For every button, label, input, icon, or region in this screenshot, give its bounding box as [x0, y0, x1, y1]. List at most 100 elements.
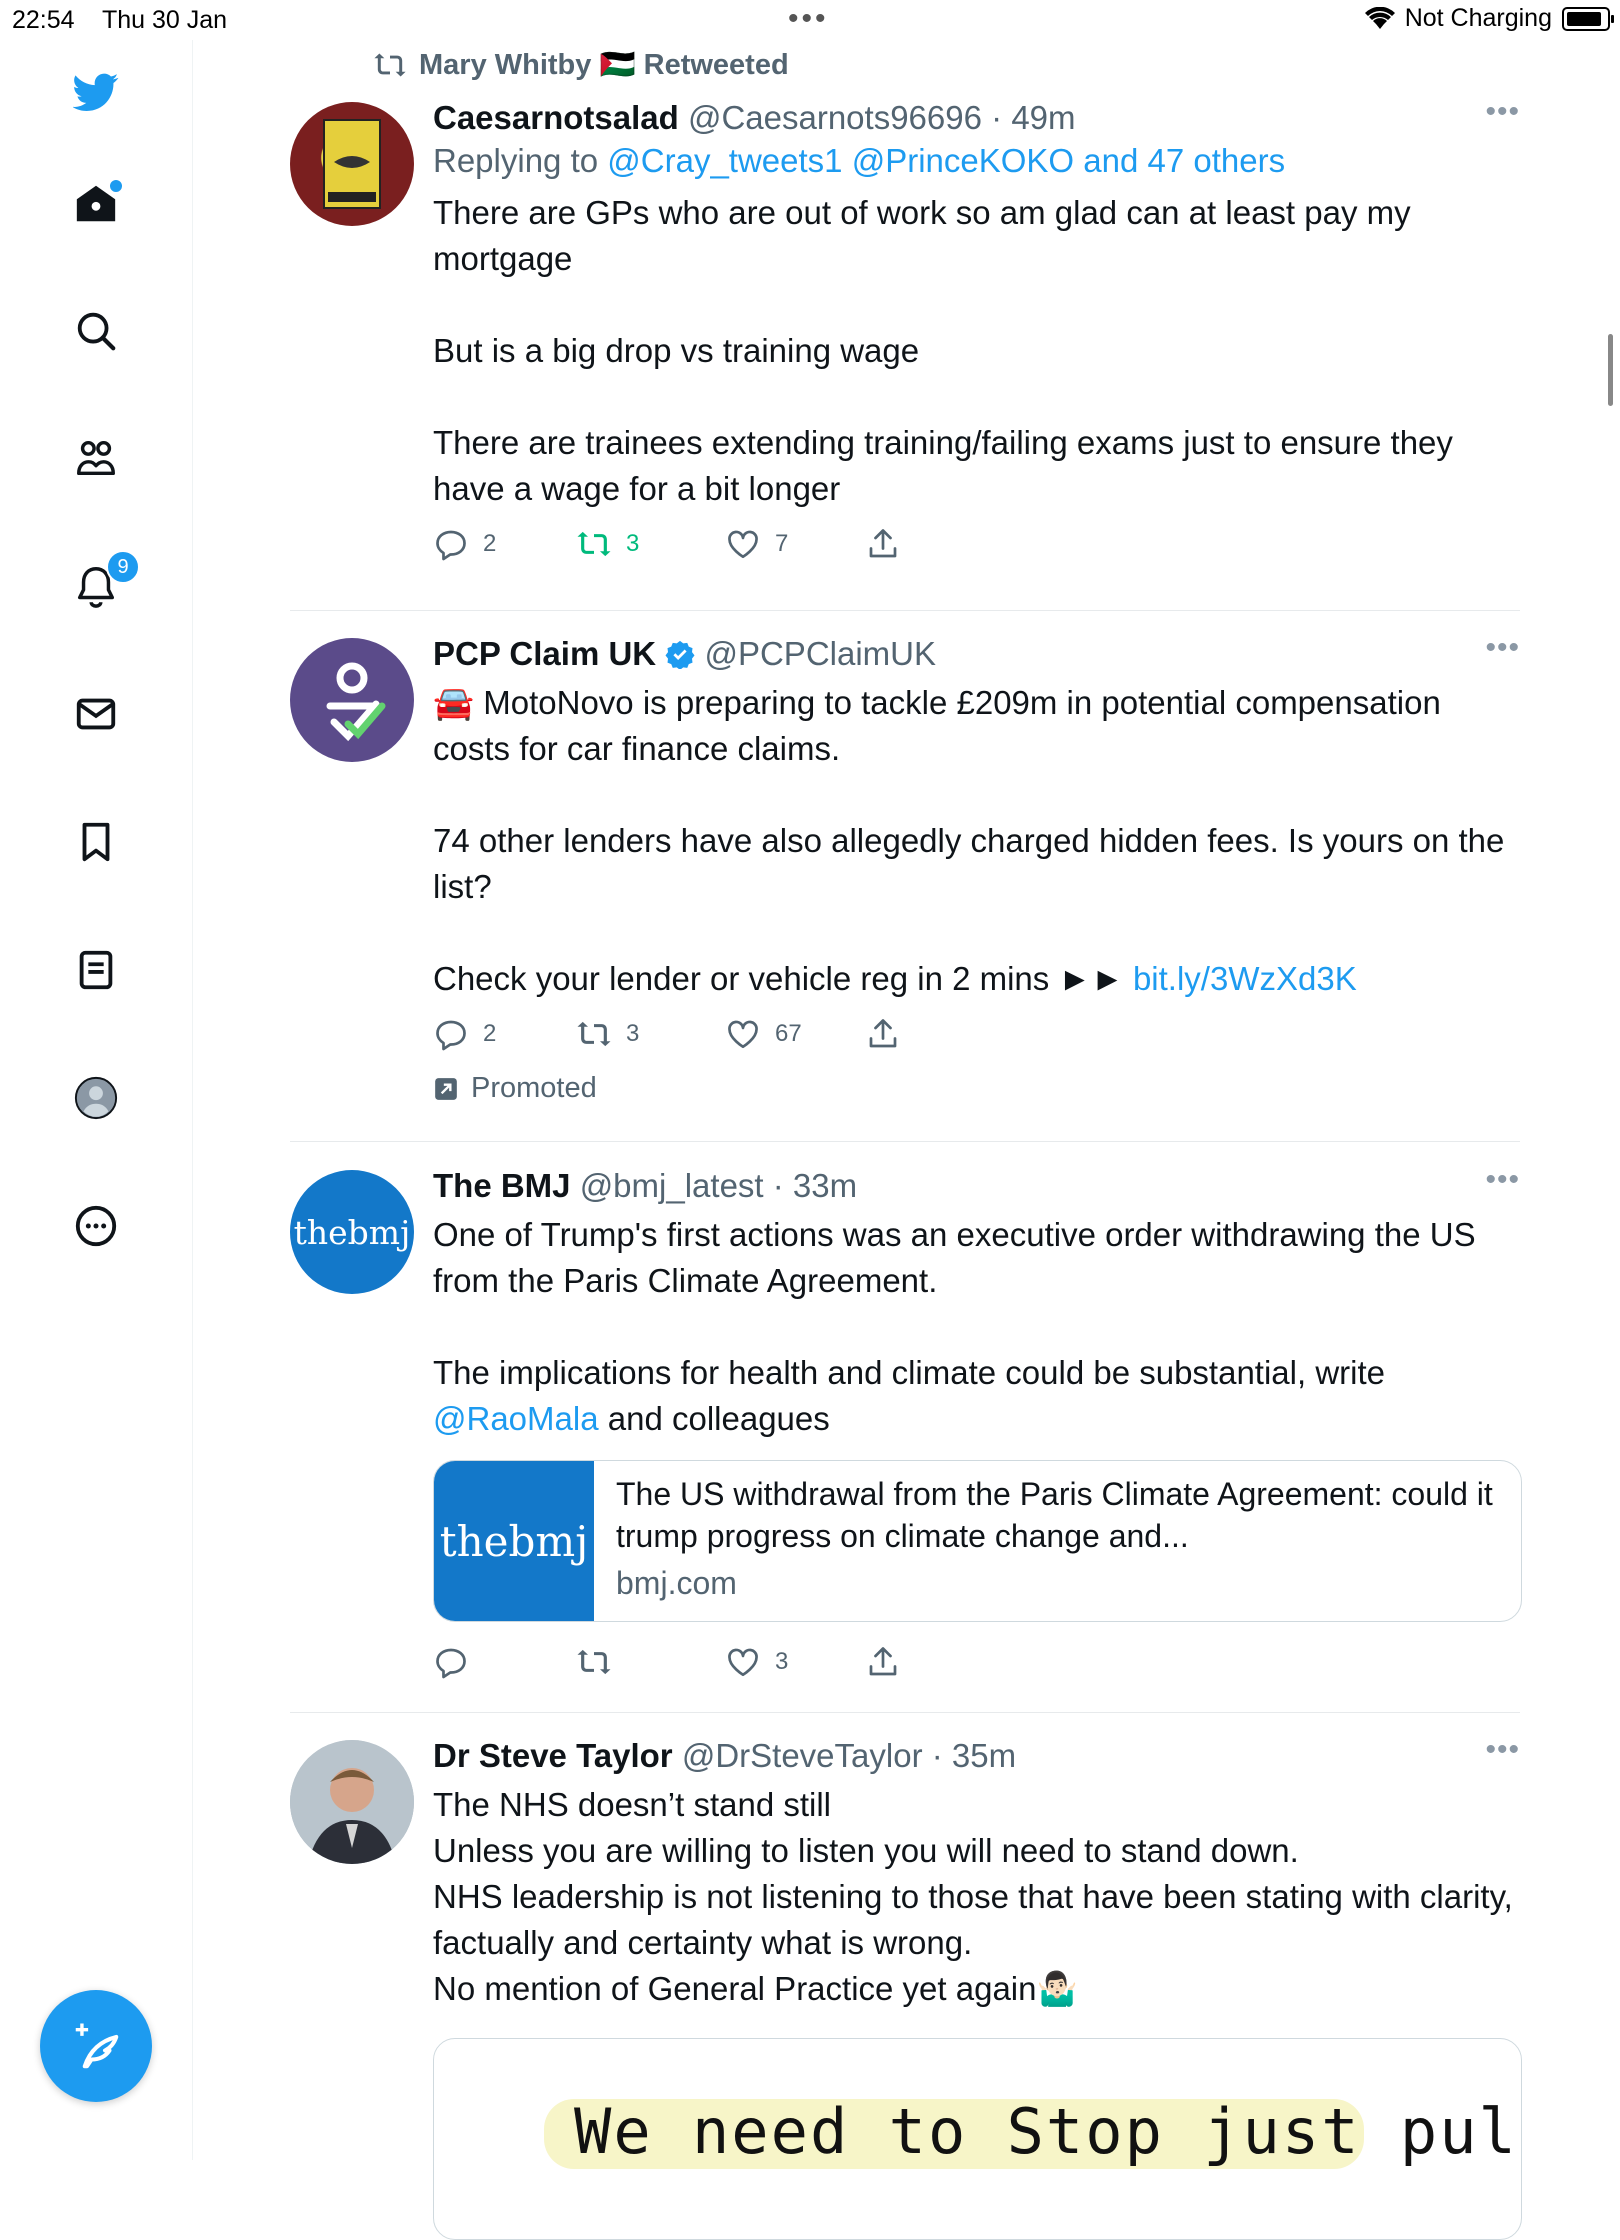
nav-explore[interactable] — [70, 305, 122, 357]
more-options-icon[interactable]: ••• — [1485, 1730, 1520, 1770]
charging-status: Not Charging — [1404, 4, 1552, 32]
tweet-text: 🚘 MotoNovo is preparing to tackle £209m … — [433, 684, 1505, 997]
retweet-count: 3 — [626, 530, 640, 557]
reply-button[interactable] — [433, 1644, 469, 1680]
battery-icon — [1562, 6, 1614, 31]
link-preview-card[interactable]: thebmj The US withdrawal from the Paris … — [433, 1460, 1522, 1622]
retweet-icon — [577, 531, 611, 557]
more-options-icon[interactable]: ••• — [1485, 92, 1520, 132]
envelope-icon — [76, 698, 116, 730]
lists-icon — [79, 950, 113, 990]
nav-bookmarks[interactable] — [70, 816, 122, 868]
bookmark-icon — [82, 822, 110, 862]
username[interactable]: @PCPClaimUK — [704, 635, 936, 672]
tweet-header: Dr Steve Taylor @DrSteveTaylor · 35m ••• — [433, 1733, 1520, 1776]
like-button[interactable]: 7 — [725, 526, 788, 562]
nav-profile[interactable] — [70, 1072, 122, 1124]
card-domain: bmj.com — [616, 1565, 737, 1601]
heart-icon — [728, 1020, 758, 1049]
share-icon — [869, 1019, 897, 1048]
username[interactable]: @bmj_latest — [580, 1167, 764, 1204]
nav-lists[interactable] — [70, 944, 122, 996]
avatar[interactable] — [290, 1740, 414, 1864]
promoted-label: Promoted — [433, 1072, 1520, 1105]
heart-icon — [728, 1648, 758, 1677]
tweet-header: Caesarnotsalad @Caesarnots96696 · 49m ••… — [433, 95, 1520, 138]
nav-home[interactable] — [70, 178, 124, 230]
nav-communities[interactable] — [70, 432, 122, 484]
status-time: 22:54 — [12, 6, 75, 34]
social-context: Mary Whitby 🇵🇸 Retweeted — [373, 48, 789, 82]
sidebar: 9 — [0, 40, 193, 2160]
tweet-header: The BMJ @bmj_latest · 33m ••• — [433, 1163, 1520, 1206]
tweet[interactable]: thebmj The BMJ @bmj_latest · 33m ••• One… — [290, 1163, 1522, 1726]
replying-to: Replying to @Cray_tweets1 @PrinceKOKO an… — [433, 142, 1286, 179]
reply-button[interactable]: 2 — [433, 526, 496, 562]
tweet-actions: 2 3 7 — [433, 526, 1520, 570]
tweet-text: The NHS doesn’t stand still Unless you a… — [433, 1786, 1513, 2007]
tweet[interactable]: Dr Steve Taylor @DrSteveTaylor · 35m •••… — [290, 1733, 1522, 2240]
avatar[interactable]: thebmj — [290, 1170, 414, 1294]
tweet-image-text: We need to Stop just pulling — [574, 2095, 1521, 2168]
like-count: 67 — [775, 1020, 802, 1047]
status-right: Not Charging — [1364, 4, 1614, 33]
reply-icon — [436, 1020, 466, 1051]
retweet-icon — [577, 1649, 611, 1675]
share-button[interactable] — [865, 1016, 901, 1052]
tweet[interactable]: PCP Claim UK @PCPClaimUK ••• 🚘 MotoNovo … — [290, 631, 1520, 1134]
timestamp[interactable]: 33m — [793, 1167, 857, 1204]
display-name[interactable]: PCP Claim UK — [433, 635, 656, 672]
retweet-button[interactable]: 3 — [576, 526, 639, 562]
avatar[interactable] — [290, 102, 414, 226]
status-bar: 22:54 Thu 30 Jan ••• Not Charging — [0, 0, 1620, 40]
tweet[interactable]: Caesarnotsalad @Caesarnots96696 · 49m ••… — [290, 95, 1520, 608]
tweet-text: One of Trump's first actions was an exec… — [433, 1216, 1476, 1437]
nav-more[interactable] — [70, 1200, 122, 1252]
card-title: The US withdrawal from the Paris Climate… — [616, 1476, 1493, 1554]
twitter-logo-icon[interactable] — [70, 66, 122, 118]
scrollbar[interactable] — [1608, 334, 1613, 406]
share-button[interactable] — [865, 526, 901, 562]
reply-count: 2 — [483, 1020, 497, 1047]
reply-button[interactable]: 2 — [433, 1016, 496, 1052]
notifications-badge: 9 — [106, 550, 140, 584]
tweet-actions: 3 — [433, 1644, 1520, 1688]
nav-notifications[interactable]: 9 — [70, 550, 140, 612]
timestamp[interactable]: 49m — [1011, 99, 1075, 136]
communities-icon — [77, 440, 115, 476]
home-unread-dot — [108, 178, 124, 194]
compose-feather-icon — [75, 2023, 119, 2069]
status-date: Thu 30 Jan — [102, 6, 228, 34]
more-options-icon[interactable]: ••• — [1485, 628, 1520, 668]
tweet-header: PCP Claim UK @PCPClaimUK ••• — [433, 631, 1520, 674]
share-button[interactable] — [865, 1644, 901, 1680]
compose-tweet-button[interactable] — [40, 1990, 152, 2102]
replying-to-users[interactable]: @Cray_tweets1 @PrinceKOKO and 47 others — [607, 142, 1285, 179]
timestamp[interactable]: 35m — [952, 1737, 1016, 1774]
reply-icon — [436, 530, 466, 561]
nav-messages[interactable] — [70, 688, 122, 740]
avatar[interactable] — [290, 638, 414, 762]
display-name[interactable]: Caesarnotsalad — [433, 99, 679, 136]
username[interactable]: @Caesarnots96696 — [688, 99, 982, 136]
search-icon — [77, 312, 116, 351]
multitasking-dots-icon[interactable]: ••• — [788, 2, 829, 36]
retweet-button[interactable]: 3 — [576, 1016, 639, 1052]
mention-link[interactable]: @RaoMala — [433, 1400, 599, 1437]
like-count: 7 — [775, 530, 789, 557]
like-button[interactable]: 3 — [725, 1644, 788, 1680]
retweet-button[interactable] — [576, 1644, 612, 1680]
like-button[interactable]: 67 — [725, 1016, 802, 1052]
timeline-feed: Mary Whitby 🇵🇸 Retweeted Caesarnotsalad … — [192, 40, 1613, 2240]
tweet-actions: 2 3 67 — [433, 1016, 1520, 1060]
divider — [290, 1712, 1520, 1713]
tweet-link[interactable]: bit.ly/3WzXd3K — [1133, 960, 1357, 997]
username[interactable]: @DrSteveTaylor — [682, 1737, 923, 1774]
like-count: 3 — [775, 1648, 789, 1675]
more-options-icon[interactable]: ••• — [1485, 1160, 1520, 1200]
display-name[interactable]: Dr Steve Taylor — [433, 1737, 673, 1774]
tweet-image[interactable]: We need to Stop just pulling — [433, 2038, 1522, 2240]
retweet-icon — [577, 1021, 611, 1047]
share-icon — [869, 1647, 897, 1676]
display-name[interactable]: The BMJ — [433, 1167, 571, 1204]
